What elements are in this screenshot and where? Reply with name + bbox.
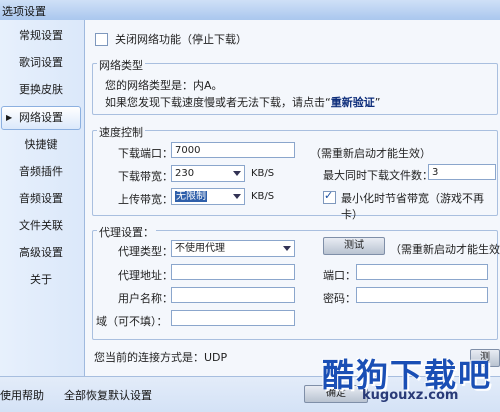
network-settings-panel: 关闭网络功能（停止下载） 网络类型 您的网络类型是：内A。 如果您发现下载速度慢… bbox=[85, 20, 500, 376]
proxy-username-label: 用户名称： bbox=[118, 292, 173, 305]
sidebar-item-label: 高级设置 bbox=[19, 246, 63, 259]
proxy-type-value: 不使用代理 bbox=[175, 243, 225, 254]
minimize-save-bandwidth-checkbox[interactable] bbox=[323, 189, 336, 204]
sidebar-item-label: 音频插件 bbox=[19, 165, 63, 178]
proxy-port-input[interactable] bbox=[356, 264, 488, 280]
sidebar-item-general[interactable]: 常规设置 bbox=[2, 24, 80, 48]
proxy-address-label: 代理地址： bbox=[118, 269, 173, 282]
network-type-text: 您的网络类型是：内A。 bbox=[105, 79, 223, 92]
revalidate-hint-prefix: 如果您发现下载速度慢或者无法下载，请点击“ bbox=[105, 96, 331, 109]
proxy-domain-input[interactable] bbox=[171, 310, 295, 326]
sidebar-item-audio-plugins[interactable]: 音频插件 bbox=[2, 160, 80, 184]
chevron-down-icon bbox=[283, 246, 291, 251]
proxy-address-input[interactable] bbox=[171, 264, 295, 280]
watermark-url: kugouxz.com bbox=[362, 388, 459, 403]
proxy-password-input[interactable] bbox=[356, 287, 488, 303]
proxy-port-label: 端口： bbox=[323, 269, 356, 282]
restore-defaults-link[interactable]: 全部恢复默认设置 bbox=[64, 387, 152, 403]
sidebar-item-file-assoc[interactable]: 文件关联 bbox=[2, 214, 80, 238]
upload-bandwidth-value: 无限制 bbox=[175, 191, 207, 202]
proxy-test-button[interactable]: 测试 bbox=[323, 237, 385, 255]
revalidate-hint-suffix: ” bbox=[374, 96, 381, 109]
watermark-logo: 酷狗下载吧 kugouxz.com bbox=[316, 348, 500, 408]
sidebar-item-about[interactable]: 关于 bbox=[2, 268, 80, 292]
proxy-domain-label: 域（可不填）： bbox=[96, 315, 168, 328]
connection-method-text: 您当前的连接方式是：UDP bbox=[94, 351, 228, 364]
download-bandwidth-label: 下载带宽： bbox=[118, 170, 173, 183]
help-link[interactable]: 使用帮助 bbox=[0, 387, 44, 403]
upload-unit: KB/S bbox=[251, 191, 275, 202]
disable-network-checkbox[interactable] bbox=[95, 33, 108, 46]
max-files-label: 最大同时下载文件数： bbox=[323, 169, 433, 182]
revalidate-link[interactable]: 重新验证 bbox=[331, 96, 375, 109]
download-port-input[interactable]: 7000 bbox=[171, 142, 295, 158]
sidebar-item-label: 音频设置 bbox=[19, 192, 63, 205]
network-type-title: 网络类型 bbox=[97, 57, 145, 73]
max-files-input[interactable]: 3 bbox=[428, 164, 496, 180]
upload-bandwidth-label: 上传带宽： bbox=[118, 193, 173, 206]
proxy-username-input[interactable] bbox=[171, 287, 295, 303]
sidebar-item-label: 关于 bbox=[30, 273, 52, 286]
chevron-down-icon bbox=[233, 171, 241, 176]
sidebar-item-audio-settings[interactable]: 音频设置 bbox=[2, 187, 80, 211]
proxy-type-label: 代理类型： bbox=[118, 245, 173, 258]
sidebar-item-label: 网络设置 bbox=[19, 111, 63, 124]
proxy-settings-title: 代理设置： bbox=[97, 224, 156, 240]
disable-network-label: 关闭网络功能（停止下载） bbox=[115, 33, 247, 46]
sidebar-item-label: 歌词设置 bbox=[19, 56, 63, 69]
port-restart-note: （需重新启动才能生效） bbox=[310, 147, 431, 160]
chevron-down-icon bbox=[233, 194, 241, 199]
minimize-save-bandwidth-label: 最小化时节省带宽（游戏不再卡） bbox=[341, 192, 484, 221]
sidebar-item-label: 快捷键 bbox=[24, 138, 58, 151]
sidebar-item-skin[interactable]: 更换皮肤 bbox=[2, 78, 80, 102]
sidebar-item-lyrics[interactable]: 歌词设置 bbox=[2, 51, 80, 75]
proxy-password-label: 密码： bbox=[323, 292, 356, 305]
window-title: 选项设置 bbox=[2, 5, 46, 18]
title-bar: 选项设置 bbox=[0, 0, 500, 21]
sidebar-item-label: 常规设置 bbox=[19, 29, 63, 42]
download-unit: KB/S bbox=[251, 168, 275, 179]
sidebar-item-label: 更换皮肤 bbox=[19, 83, 63, 96]
download-bandwidth-select[interactable]: 230 bbox=[171, 165, 245, 182]
active-arrow-icon: ▶ bbox=[6, 113, 13, 122]
sidebar: 常规设置 歌词设置 更换皮肤 ▶ 网络设置 快捷键 音频插件 音频设置 文件关联… bbox=[0, 20, 85, 376]
download-bandwidth-value: 230 bbox=[175, 168, 195, 179]
speed-control-title: 速度控制 bbox=[97, 124, 145, 140]
sidebar-item-label: 文件关联 bbox=[19, 219, 63, 232]
sidebar-item-network[interactable]: ▶ 网络设置 bbox=[1, 106, 81, 130]
download-port-label: 下载端口： bbox=[118, 147, 173, 160]
upload-bandwidth-select[interactable]: 无限制 bbox=[171, 188, 245, 205]
proxy-restart-note: （需重新启动才能生效） bbox=[390, 243, 500, 256]
proxy-type-select[interactable]: 不使用代理 bbox=[171, 240, 295, 257]
sidebar-item-hotkeys[interactable]: 快捷键 bbox=[2, 133, 80, 157]
sidebar-item-advanced[interactable]: 高级设置 bbox=[2, 241, 80, 265]
revalidate-hint: 如果您发现下载速度慢或者无法下载，请点击“重新验证” bbox=[105, 94, 380, 110]
